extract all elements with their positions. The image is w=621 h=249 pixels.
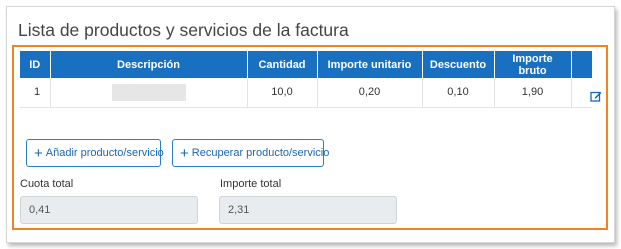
header-id[interactable]: ID (20, 51, 51, 78)
description-redacted (111, 83, 186, 101)
table-header-row: ID Descripción Cantidad Importe unitario… (20, 51, 592, 78)
plus-icon: + (34, 144, 43, 162)
cell-id: 1 (20, 78, 51, 108)
highlight-frame: ID Descripción Cantidad Importe unitario… (12, 45, 608, 230)
edit-icon[interactable] (590, 89, 602, 102)
table-row: 1 10,0 0,20 0,10 1,90 (20, 78, 592, 108)
recover-product-button[interactable]: + Recuperar producto/servicio (172, 139, 329, 167)
header-descripcion[interactable]: Descripción (50, 51, 248, 78)
plus-icon: + (180, 144, 189, 162)
cell-importe-unitario: 0,20 (317, 78, 423, 108)
header-descuento[interactable]: Descuento (422, 51, 495, 78)
panel-title: Lista de productos y servicios de la fac… (18, 20, 349, 40)
items-table: ID Descripción Cantidad Importe unitario… (20, 51, 592, 108)
header-cantidad[interactable]: Cantidad (247, 51, 318, 78)
cell-descripcion (50, 78, 248, 108)
cuota-total-label: Cuota total (20, 178, 74, 190)
cell-actions (571, 78, 592, 108)
add-product-label: Añadir producto/servicio (45, 147, 164, 159)
header-actions (571, 51, 592, 78)
importe-total-label: Importe total (220, 178, 282, 190)
cell-cantidad: 10,0 (247, 78, 318, 108)
cuota-total-field: 0,41 (20, 196, 198, 224)
importe-total-field: 2,31 (219, 196, 397, 224)
recover-product-label: Recuperar producto/servicio (191, 147, 330, 159)
add-product-button[interactable]: + Añadir producto/servicio (26, 139, 164, 167)
header-importe-unitario[interactable]: Importe unitario (317, 51, 423, 78)
header-importe-bruto[interactable]: Importe bruto (494, 51, 572, 78)
cell-importe-bruto: 1,90 (494, 78, 572, 108)
cell-descuento: 0,10 (422, 78, 495, 108)
